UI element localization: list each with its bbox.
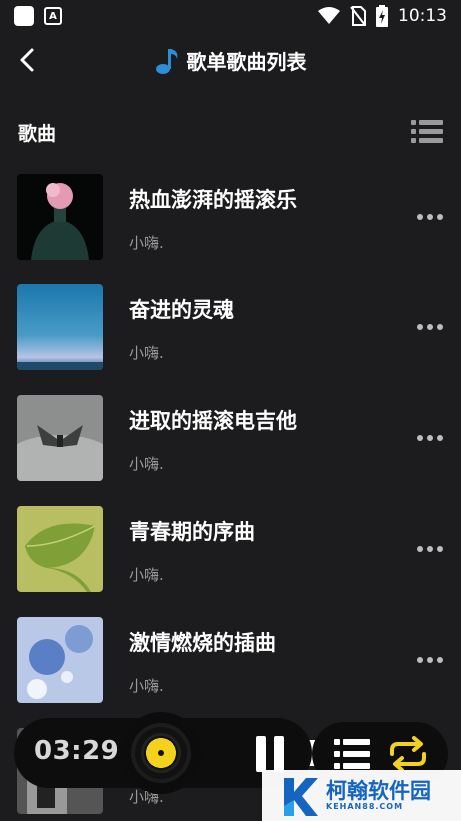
song-title: 热血澎湃的摇滚乐 (129, 188, 297, 212)
song-title: 青春期的序曲 (129, 520, 255, 544)
battery-charging-icon (376, 5, 388, 27)
song-artist: 小嗨. (129, 566, 164, 584)
a-badge-icon: A (44, 7, 62, 25)
cover-image (17, 174, 103, 260)
repeat-icon[interactable] (388, 736, 428, 772)
more-options-icon[interactable] (417, 320, 445, 334)
cover-image (17, 617, 103, 703)
header: 歌单歌曲列表 (0, 40, 461, 80)
section-label: 歌曲 (18, 122, 57, 145)
song-item[interactable]: 激情燃烧的插曲 小嗨. (17, 617, 447, 705)
song-artist: 小嗨. (129, 234, 164, 252)
cover-image (17, 395, 103, 481)
pause-button[interactable] (252, 736, 288, 772)
song-item[interactable]: 热血澎湃的摇滚乐 小嗨. (17, 174, 447, 262)
page-title: 歌单歌曲列表 (186, 50, 307, 74)
list-icon[interactable] (411, 119, 443, 145)
more-options-icon[interactable] (417, 210, 445, 224)
song-title: 奋进的灵魂 (129, 298, 234, 322)
more-options-icon[interactable] (417, 431, 445, 445)
status-bar: A 10:13 (0, 0, 461, 32)
song-item[interactable]: 进取的摇滚电吉他 小嗨. (17, 395, 447, 483)
watermark-main: 柯翰软件园 (326, 779, 431, 803)
song-item[interactable]: 奋进的灵魂 小嗨. (17, 284, 447, 372)
song-artist: 小嗨. (129, 455, 164, 473)
k-logo-icon (284, 777, 318, 816)
song-artist: 小嗨. (129, 677, 164, 695)
more-options-icon[interactable] (417, 542, 445, 556)
pause-bar (256, 736, 266, 772)
song-title: 进取的摇滚电吉他 (129, 409, 297, 433)
playback-time: 03:29 (34, 736, 120, 766)
song-artist: 小嗨. (129, 344, 164, 362)
cover-image (17, 506, 103, 592)
watermark-sub: KEHAN88.COM (326, 802, 404, 811)
more-options-icon[interactable] (417, 653, 445, 667)
vinyl-disc-icon[interactable] (120, 712, 202, 794)
song-item[interactable]: 青春期的序曲 小嗨. (17, 506, 447, 594)
notification-square-icon (14, 6, 34, 26)
song-title: 激情燃烧的插曲 (129, 631, 276, 655)
wifi-icon (318, 7, 340, 24)
music-note-icon (155, 48, 177, 74)
cover-image (17, 284, 103, 370)
no-sim-icon (350, 6, 366, 26)
playlist-icon[interactable] (334, 736, 370, 772)
status-time: 10:13 (398, 6, 447, 26)
watermark: 柯翰软件园 KEHAN88.COM (262, 770, 461, 821)
pause-bar (274, 736, 284, 772)
section-header: 歌曲 (18, 118, 443, 146)
